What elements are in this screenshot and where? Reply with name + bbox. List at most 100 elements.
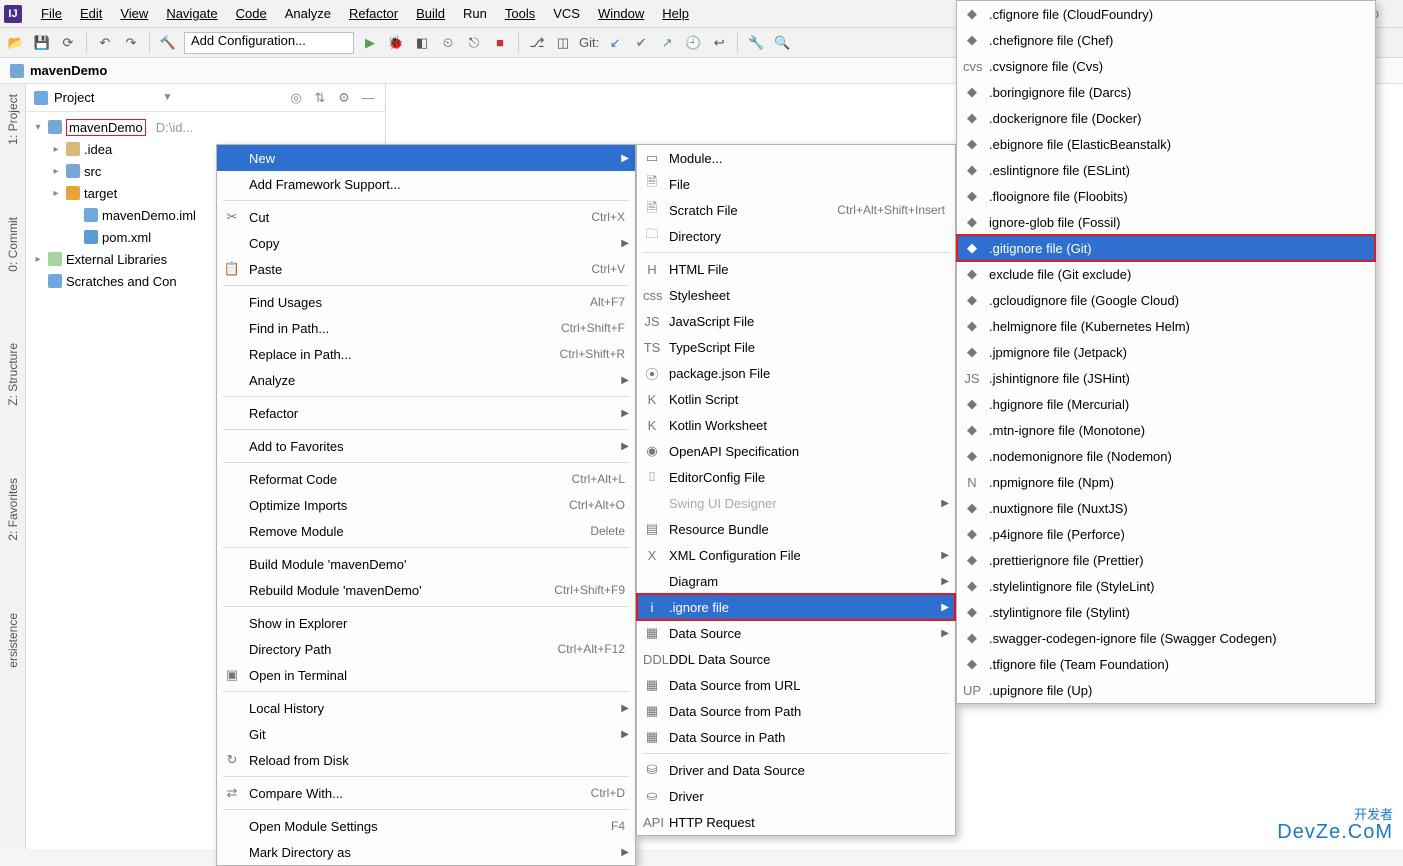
coverage-icon[interactable]: ◧ bbox=[412, 33, 432, 53]
menu-item-add-to-favorites[interactable]: Add to Favorites▶ bbox=[217, 433, 635, 459]
menu-item-add-framework-support[interactable]: Add Framework Support... bbox=[217, 171, 635, 197]
git-icon2[interactable]: ◫ bbox=[553, 33, 573, 53]
redo-icon[interactable]: ↷ bbox=[121, 33, 141, 53]
menu-item-eslintignore-file-eslint[interactable]: ◆.eslintignore file (ESLint) bbox=[957, 157, 1375, 183]
menu-item-git[interactable]: Git▶ bbox=[217, 721, 635, 747]
menu-item-optimize-imports[interactable]: Optimize ImportsCtrl+Alt+O bbox=[217, 492, 635, 518]
menu-view[interactable]: View bbox=[111, 6, 157, 21]
menu-item-remove-module[interactable]: Remove ModuleDelete bbox=[217, 518, 635, 544]
menu-item-html-file[interactable]: HHTML File bbox=[637, 256, 955, 282]
menu-item-package-json-file[interactable]: ⦿package.json File bbox=[637, 360, 955, 386]
menu-build[interactable]: Build bbox=[407, 6, 454, 21]
tab-structure[interactable]: Z: Structure bbox=[6, 337, 20, 412]
expand-arrow-icon[interactable]: ▸ bbox=[50, 166, 62, 177]
menu-item-open-module-settings[interactable]: Open Module SettingsF4 bbox=[217, 813, 635, 839]
menu-item-scratch-file[interactable]: 🗎Scratch FileCtrl+Alt+Shift+Insert bbox=[637, 197, 955, 223]
run-config-combo[interactable]: Add Configuration... bbox=[184, 32, 354, 54]
git-branch-icon[interactable]: ⎇ bbox=[527, 33, 547, 53]
menu-item-typescript-file[interactable]: TSTypeScript File bbox=[637, 334, 955, 360]
debug-icon[interactable]: 🐞 bbox=[386, 33, 406, 53]
menu-item-driver-and-data-source[interactable]: ⛁Driver and Data Source bbox=[637, 757, 955, 783]
menu-item-data-source-from-url[interactable]: ▦Data Source from URL bbox=[637, 672, 955, 698]
menu-item-stylelintignore-file-stylelint[interactable]: ◆.stylelintignore file (StyleLint) bbox=[957, 573, 1375, 599]
menu-item-helmignore-file-kubernetes-helm[interactable]: ◆.helmignore file (Kubernetes Helm) bbox=[957, 313, 1375, 339]
tab-favorites[interactable]: 2: Favorites bbox=[6, 472, 20, 547]
menu-item-file[interactable]: 🗎File bbox=[637, 171, 955, 197]
menu-item-nuxtignore-file-nuxtjs[interactable]: ◆.nuxtignore file (NuxtJS) bbox=[957, 495, 1375, 521]
menu-item-editorconfig-file[interactable]: ⌷EditorConfig File bbox=[637, 464, 955, 490]
menu-item-data-source-in-path[interactable]: ▦Data Source in Path bbox=[637, 724, 955, 750]
collapse-icon[interactable]: — bbox=[359, 89, 377, 107]
menu-item-kotlin-script[interactable]: KKotlin Script bbox=[637, 386, 955, 412]
push-icon[interactable]: ↗ bbox=[657, 33, 677, 53]
menu-window[interactable]: Window bbox=[589, 6, 653, 21]
pane-title[interactable]: Project bbox=[54, 90, 157, 105]
menu-item-upignore-file-up[interactable]: UP.upignore file (Up) bbox=[957, 677, 1375, 703]
expand-icon[interactable]: ⇅ bbox=[311, 89, 329, 107]
menu-item-p4ignore-file-perforce[interactable]: ◆.p4ignore file (Perforce) bbox=[957, 521, 1375, 547]
menu-navigate[interactable]: Navigate bbox=[157, 6, 226, 21]
tree-node-mavendemo[interactable]: ▾mavenDemoD:\id... bbox=[26, 116, 385, 138]
submenu-ignore[interactable]: ◆.cfignore file (CloudFoundry)◆.chefigno… bbox=[956, 0, 1376, 704]
expand-arrow-icon[interactable]: ▾ bbox=[32, 122, 44, 133]
menu-help[interactable]: Help bbox=[653, 6, 698, 21]
menu-run[interactable]: Run bbox=[454, 6, 496, 21]
menu-item-jpmignore-file-jetpack[interactable]: ◆.jpmignore file (Jetpack) bbox=[957, 339, 1375, 365]
expand-arrow-icon[interactable]: ▸ bbox=[32, 254, 44, 265]
menu-item-exclude-file-git-exclude[interactable]: ◆exclude file (Git exclude) bbox=[957, 261, 1375, 287]
run-icon[interactable]: ▶ bbox=[360, 33, 380, 53]
profile-icon[interactable]: ⏲ bbox=[438, 33, 458, 53]
attach-icon[interactable]: ⎋ bbox=[464, 33, 484, 53]
menu-analyze[interactable]: Analyze bbox=[276, 6, 340, 21]
menu-vcs[interactable]: VCS bbox=[544, 6, 589, 21]
menu-item-xml-configuration-file[interactable]: XXML Configuration File▶ bbox=[637, 542, 955, 568]
menu-item-npmignore-file-npm[interactable]: N.npmignore file (Npm) bbox=[957, 469, 1375, 495]
menu-item-swagger-codegen-ignore-file-swagger-codegen[interactable]: ◆.swagger-codegen-ignore file (Swagger C… bbox=[957, 625, 1375, 651]
menu-item-directory[interactable]: 🗀Directory bbox=[637, 223, 955, 249]
hammer-icon[interactable]: 🔨 bbox=[158, 33, 178, 53]
menu-item-cfignore-file-cloudfoundry[interactable]: ◆.cfignore file (CloudFoundry) bbox=[957, 1, 1375, 27]
menu-item-ddl-data-source[interactable]: DDLDDL Data Source bbox=[637, 646, 955, 672]
menu-item-diagram[interactable]: Diagram▶ bbox=[637, 568, 955, 594]
menu-item-mark-directory-as[interactable]: Mark Directory as▶ bbox=[217, 839, 635, 865]
refresh-icon[interactable]: ⟳ bbox=[58, 33, 78, 53]
menu-item-new[interactable]: New▶ bbox=[217, 145, 635, 171]
menu-item-data-source-from-path[interactable]: ▦Data Source from Path bbox=[637, 698, 955, 724]
stop-icon[interactable]: ■ bbox=[490, 33, 510, 53]
menu-item-open-in-terminal[interactable]: ▣Open in Terminal bbox=[217, 662, 635, 688]
menu-item-directory-path[interactable]: Directory PathCtrl+Alt+F12 bbox=[217, 636, 635, 662]
breadcrumb-root[interactable]: mavenDemo bbox=[30, 63, 107, 78]
menu-item-jshintignore-file-jshint[interactable]: JS.jshintignore file (JSHint) bbox=[957, 365, 1375, 391]
menu-item-mtn-ignore-file-monotone[interactable]: ◆.mtn-ignore file (Monotone) bbox=[957, 417, 1375, 443]
menu-item-ignore-glob-file-fossil[interactable]: ◆ignore-glob file (Fossil) bbox=[957, 209, 1375, 235]
commit-icon[interactable]: ✔ bbox=[631, 33, 651, 53]
save-icon[interactable]: 💾 bbox=[32, 33, 52, 53]
menu-item-javascript-file[interactable]: JSJavaScript File bbox=[637, 308, 955, 334]
wrench-icon[interactable]: 🔧 bbox=[746, 33, 766, 53]
menu-code[interactable]: Code bbox=[227, 6, 276, 21]
menu-item-data-source[interactable]: ▦Data Source▶ bbox=[637, 620, 955, 646]
search-icon[interactable]: 🔍 bbox=[772, 33, 792, 53]
menu-item-flooignore-file-floobits[interactable]: ◆.flooignore file (Floobits) bbox=[957, 183, 1375, 209]
menu-item-stylesheet[interactable]: cssStylesheet bbox=[637, 282, 955, 308]
rollback-icon[interactable]: ↩ bbox=[709, 33, 729, 53]
menu-item-gitignore-file-git[interactable]: ◆.gitignore file (Git) bbox=[957, 235, 1375, 261]
tab-project[interactable]: 1: Project bbox=[6, 88, 20, 151]
menu-item-ebignore-file-elasticbeanstalk[interactable]: ◆.ebignore file (ElasticBeanstalk) bbox=[957, 131, 1375, 157]
update-icon[interactable]: ↙ bbox=[605, 33, 625, 53]
dropdown-icon[interactable]: ▼ bbox=[163, 92, 173, 103]
menu-item-show-in-explorer[interactable]: Show in Explorer bbox=[217, 610, 635, 636]
menu-item-analyze[interactable]: Analyze▶ bbox=[217, 367, 635, 393]
gear-icon[interactable]: ⚙ bbox=[335, 89, 353, 107]
menu-item-kotlin-worksheet[interactable]: KKotlin Worksheet bbox=[637, 412, 955, 438]
menu-item-hgignore-file-mercurial[interactable]: ◆.hgignore file (Mercurial) bbox=[957, 391, 1375, 417]
menu-item-resource-bundle[interactable]: ▤Resource Bundle bbox=[637, 516, 955, 542]
menu-item-find-in-path[interactable]: Find in Path...Ctrl+Shift+F bbox=[217, 315, 635, 341]
menu-item-copy[interactable]: Copy▶ bbox=[217, 230, 635, 256]
tab-persistence[interactable]: ersistence bbox=[6, 607, 20, 674]
menu-item-driver[interactable]: ⛀Driver bbox=[637, 783, 955, 809]
open-icon[interactable]: 📂 bbox=[6, 33, 26, 53]
menu-item-swing-ui-designer[interactable]: Swing UI Designer▶ bbox=[637, 490, 955, 516]
menu-item-stylintignore-file-stylint[interactable]: ◆.stylintignore file (Stylint) bbox=[957, 599, 1375, 625]
menu-item-paste[interactable]: 📋PasteCtrl+V bbox=[217, 256, 635, 282]
